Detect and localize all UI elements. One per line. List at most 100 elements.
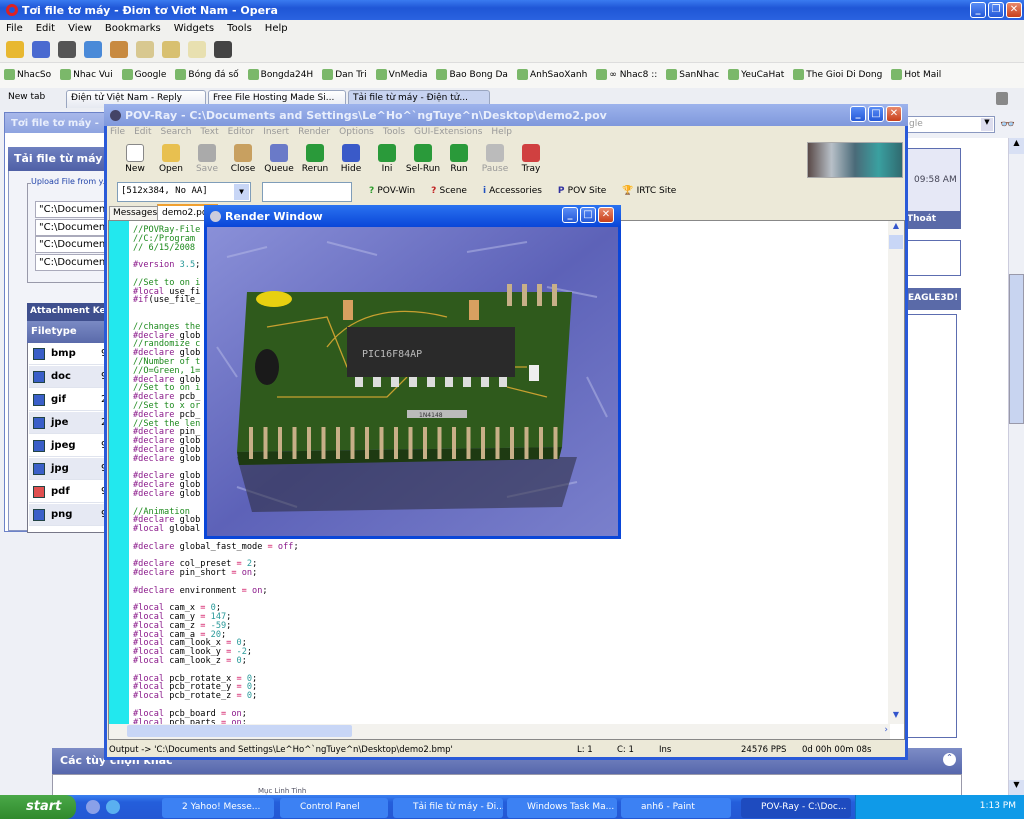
povray-close-button[interactable]: ✕ bbox=[886, 106, 902, 122]
menu-help[interactable]: Help bbox=[265, 23, 288, 34]
bookmark[interactable]: The Gioi Di Dong bbox=[793, 69, 882, 80]
scroll-up-icon[interactable]: ▲ bbox=[888, 221, 904, 235]
toolbar-sel-run-button[interactable]: Sel-Run bbox=[405, 144, 441, 174]
taskbar-task[interactable]: POV-Ray - C:\Doc... bbox=[741, 798, 851, 818]
chevron-down-icon[interactable]: ▼ bbox=[234, 184, 249, 200]
toolbar-rerun-button[interactable]: Rerun bbox=[297, 144, 333, 174]
menu-view[interactable]: View bbox=[68, 23, 92, 34]
bookmark[interactable]: Bóng đá số bbox=[175, 69, 239, 80]
pages-icon[interactable] bbox=[188, 41, 206, 58]
bookmark[interactable]: ∞ Nhac8 :: bbox=[596, 69, 657, 80]
bookmark[interactable]: Hot Mail bbox=[891, 69, 941, 80]
toolbar-open-button[interactable]: Open bbox=[153, 144, 189, 174]
pov-menu-edit[interactable]: Edit bbox=[134, 127, 151, 137]
link-pov-win[interactable]: ? POV-Win bbox=[369, 186, 415, 196]
file-path-input[interactable]: "C:\Documen bbox=[35, 201, 115, 218]
povray-minimize-button[interactable]: _ bbox=[850, 106, 866, 122]
restore-button[interactable]: ❐ bbox=[988, 2, 1004, 18]
glasses-icon[interactable]: 👓 bbox=[1000, 117, 1015, 131]
taskbar-task[interactable]: Windows Task Ma... bbox=[507, 798, 617, 818]
toolbar-close-button[interactable]: Close bbox=[225, 144, 261, 174]
toolbar-queue-button[interactable]: Queue bbox=[261, 144, 297, 174]
bookmark[interactable]: VnMedia bbox=[375, 69, 427, 80]
link-pov-site[interactable]: P POV Site bbox=[558, 186, 606, 196]
close-button[interactable]: ✕ bbox=[1006, 2, 1022, 18]
render-maximize-button[interactable]: □ bbox=[580, 207, 596, 223]
eagle3d-link[interactable]: EAGLE3D! bbox=[905, 288, 961, 310]
logout-link[interactable]: Thoát bbox=[905, 211, 961, 229]
taskbar-task[interactable]: Control Panel bbox=[280, 798, 388, 818]
search-input[interactable]: gle ▼ bbox=[905, 116, 995, 133]
tab-messages[interactable]: Messages bbox=[109, 206, 162, 221]
pov-menu-options[interactable]: Options bbox=[339, 127, 374, 137]
hscroll-thumb[interactable] bbox=[127, 725, 352, 737]
povray-maximize-button[interactable]: □ bbox=[868, 106, 884, 122]
editor-hscrollbar[interactable]: › bbox=[109, 724, 890, 739]
home-icon[interactable] bbox=[110, 41, 128, 58]
taskbar-task[interactable]: 2 Yahoo! Messe... bbox=[162, 798, 274, 818]
page-scrollbar[interactable]: ▲ ▼ bbox=[1008, 138, 1024, 796]
save-icon[interactable] bbox=[32, 41, 50, 58]
bookmark[interactable]: SanNhac bbox=[666, 69, 719, 80]
menu-edit[interactable]: Edit bbox=[36, 23, 55, 34]
quicklaunch-ie-icon[interactable] bbox=[106, 800, 120, 814]
pov-menu-tools[interactable]: Tools bbox=[383, 127, 405, 137]
bookmark[interactable]: Dan Tri bbox=[322, 69, 367, 80]
menu-file[interactable]: File bbox=[6, 23, 23, 34]
render-minimize-button[interactable]: _ bbox=[562, 207, 578, 223]
pov-menu-insert[interactable]: Insert bbox=[263, 127, 289, 137]
chevron-down-icon[interactable]: ▼ bbox=[981, 118, 993, 131]
taskbar-task[interactable]: anh6 - Paint bbox=[621, 798, 731, 818]
menu-bookmarks[interactable]: Bookmarks bbox=[105, 23, 161, 34]
bookmark[interactable]: Bao Bong Da bbox=[436, 69, 508, 80]
file-path-input[interactable]: "C:\Documen bbox=[35, 218, 115, 236]
find-icon[interactable] bbox=[84, 41, 102, 58]
menu-tools[interactable]: Tools bbox=[227, 23, 252, 34]
resolution-select[interactable]: [512x384, No AA] ▼ bbox=[117, 182, 251, 202]
tab-new[interactable]: New tab bbox=[4, 90, 64, 108]
toolbar-save-button[interactable]: Save bbox=[189, 144, 225, 174]
trash-icon[interactable] bbox=[996, 92, 1008, 105]
scroll-up-icon[interactable]: ▲ bbox=[1009, 138, 1024, 154]
link-scene[interactable]: ? Scene bbox=[431, 186, 467, 196]
scroll-down-icon[interactable]: ▼ bbox=[888, 710, 904, 724]
taskbar-task[interactable]: Tải file từ máy - Đi... bbox=[393, 798, 503, 818]
pov-menu-search[interactable]: Search bbox=[161, 127, 192, 137]
notes-icon[interactable] bbox=[136, 41, 154, 58]
command-input[interactable] bbox=[262, 182, 352, 202]
scroll-thumb[interactable] bbox=[1009, 274, 1024, 424]
bookmark[interactable]: Bongda24H bbox=[247, 69, 313, 80]
pov-menu-gui-extensions[interactable]: GUI-Extensions bbox=[414, 127, 482, 137]
file-path-input[interactable]: "C:\Documen bbox=[35, 236, 115, 253]
toolbar-tray-button[interactable]: Tray bbox=[513, 144, 549, 174]
pov-menu-editor[interactable]: Editor bbox=[228, 127, 255, 137]
collapse-icon[interactable]: ⌃ bbox=[943, 753, 956, 766]
print-icon[interactable] bbox=[58, 41, 76, 58]
quicklaunch-povray-icon[interactable] bbox=[86, 800, 100, 814]
scroll-thumb[interactable] bbox=[889, 235, 903, 249]
bookmark[interactable]: Nhac Vui bbox=[60, 69, 113, 80]
start-button[interactable]: start bbox=[0, 795, 76, 819]
bookmark[interactable]: Google bbox=[121, 69, 166, 80]
menu-widgets[interactable]: Widgets bbox=[174, 23, 214, 34]
wand-icon[interactable] bbox=[214, 41, 232, 58]
scroll-down-icon[interactable]: ▼ bbox=[1009, 780, 1024, 796]
pov-menu-render[interactable]: Render bbox=[298, 127, 330, 137]
render-close-button[interactable]: ✕ bbox=[598, 207, 614, 223]
editor-vscrollbar[interactable]: ▲ ▼ bbox=[888, 221, 904, 724]
toolbar-pause-button[interactable]: Pause bbox=[477, 144, 513, 174]
open-folder-icon[interactable] bbox=[6, 41, 24, 58]
link-irtc-site[interactable]: 🏆 IRTC Site bbox=[622, 186, 676, 196]
pov-menu-help[interactable]: Help bbox=[491, 127, 512, 137]
toolbar-ini-button[interactable]: Ini bbox=[369, 144, 405, 174]
toolbar-hide-button[interactable]: Hide bbox=[333, 144, 369, 174]
panels-icon[interactable] bbox=[162, 41, 180, 58]
link-accessories[interactable]: i Accessories bbox=[483, 186, 542, 196]
minimize-button[interactable]: _ bbox=[970, 2, 986, 18]
toolbar-new-button[interactable]: New bbox=[117, 144, 153, 174]
pov-menu-text[interactable]: Text bbox=[200, 127, 218, 137]
bookmark[interactable]: YeuCaHat bbox=[728, 69, 784, 80]
scroll-right-icon[interactable]: › bbox=[884, 725, 888, 735]
pov-menu-file[interactable]: File bbox=[110, 127, 125, 137]
bookmark[interactable]: NhacSo bbox=[4, 69, 51, 80]
